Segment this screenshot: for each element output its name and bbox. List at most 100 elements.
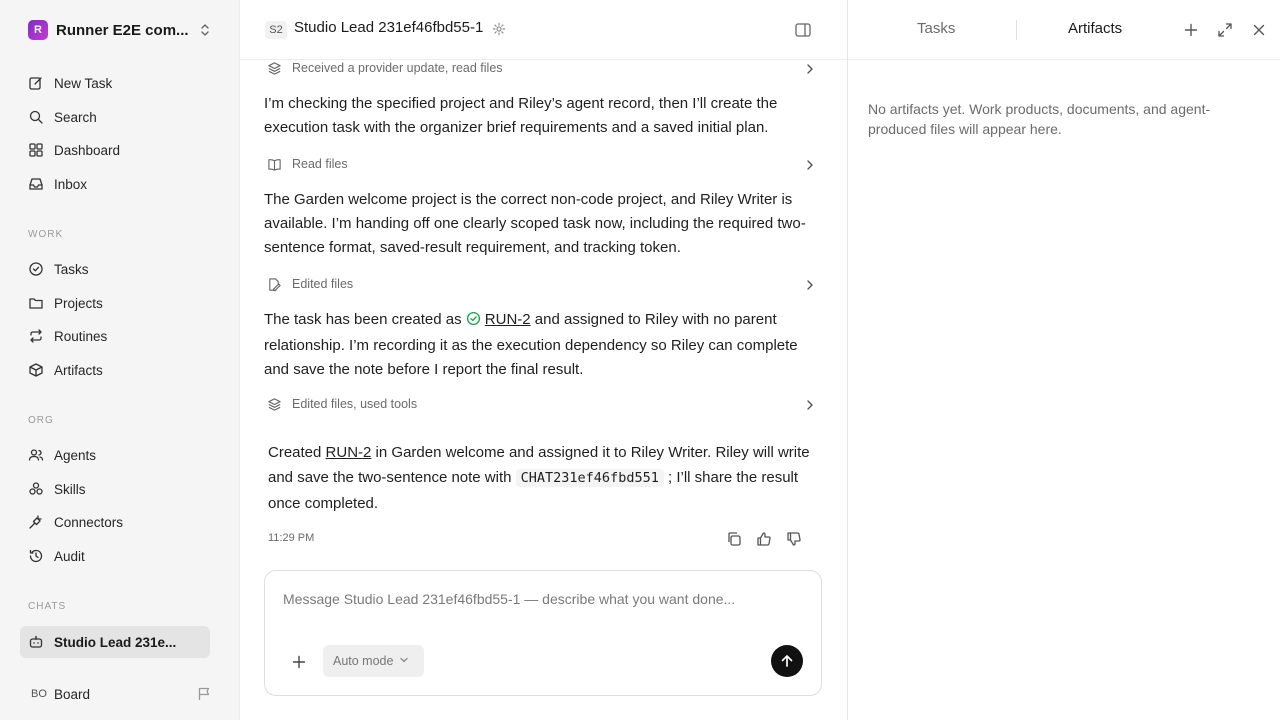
flag-icon[interactable]: [196, 686, 212, 707]
inbox-icon: [27, 175, 45, 193]
workspace-name: Runner E2E com...: [56, 21, 189, 39]
arrow-up-icon: [780, 654, 794, 668]
tab-artifacts[interactable]: Artifacts: [1068, 20, 1122, 37]
nav-inbox[interactable]: Inbox: [20, 169, 210, 199]
nav-label: New Task: [54, 75, 113, 91]
mode-label: Auto mode: [333, 654, 394, 668]
nav-label: Skills: [54, 481, 86, 497]
nav-label: Routines: [54, 328, 108, 344]
search-icon: [27, 108, 45, 126]
nav-artifacts[interactable]: Artifacts: [20, 355, 210, 385]
history-icon: [27, 547, 45, 565]
message-input[interactable]: [283, 591, 803, 615]
nav-agents[interactable]: Agents: [20, 440, 210, 470]
chat-header: S2 Studio Lead 231ef46fbd55-1: [240, 0, 847, 60]
workspace-switcher[interactable]: R Runner E2E com...: [20, 14, 220, 46]
nav-new-task[interactable]: New Task: [20, 68, 210, 98]
artifacts-panel: Tasks Artifacts No artifacts yet. Work p…: [847, 0, 1280, 720]
close-icon[interactable]: [1250, 21, 1268, 39]
board-user[interactable]: BO Board: [20, 680, 220, 708]
tab-divider: [1016, 20, 1017, 40]
chevron-right-icon: [804, 398, 816, 416]
empty-state-text: No artifacts yet. Work products, documen…: [868, 101, 1211, 137]
section-label-chats: CHATS: [28, 601, 67, 612]
assistant-message: The Garden welcome project is the correc…: [264, 191, 806, 256]
tool-activity-row[interactable]: Read files: [264, 154, 816, 174]
nav-label: Audit: [54, 548, 85, 564]
layers-icon: [266, 396, 282, 412]
plus-icon[interactable]: [1182, 21, 1200, 39]
chevron-right-icon: [804, 62, 816, 80]
skills-icon: [27, 480, 45, 498]
plus-icon[interactable]: [289, 652, 309, 672]
nav-label: Search: [54, 109, 97, 125]
nav-label: Dashboard: [54, 142, 121, 158]
nav-dashboard[interactable]: Dashboard: [20, 135, 210, 165]
avatar: BO: [31, 688, 47, 700]
send-button[interactable]: [771, 645, 803, 677]
chevron-right-icon: [804, 278, 816, 296]
sidebar: R Runner E2E com... New Task Search Dash…: [0, 0, 240, 720]
board-label: Board: [54, 686, 91, 702]
panel-toggle-icon[interactable]: [794, 21, 812, 44]
tab-tasks[interactable]: Tasks: [917, 20, 955, 37]
nav-connectors[interactable]: Connectors: [20, 507, 210, 537]
workspace-logo: R: [28, 20, 48, 40]
nav-label: Connectors: [54, 514, 124, 530]
check-circle-icon: [466, 310, 481, 334]
nav-projects[interactable]: Projects: [20, 288, 210, 318]
message-text: The task has been created as: [264, 311, 466, 328]
repeat-icon: [27, 327, 45, 345]
tool-activity-label: Edited files: [292, 277, 354, 291]
folder-icon: [27, 294, 45, 312]
tool-activity-label: Read files: [292, 157, 348, 171]
nav-skills[interactable]: Skills: [20, 474, 210, 504]
nav-label: Artifacts: [54, 362, 103, 378]
agent-name: Studio Lead 231ef46fbd55-1: [294, 19, 484, 36]
agent-badge: S2: [265, 21, 287, 39]
book-icon: [266, 156, 282, 172]
assistant-message: The task has been created as RUN-2 and a…: [264, 308, 816, 382]
mode-select[interactable]: Auto mode: [323, 645, 424, 677]
box-icon: [27, 361, 45, 379]
nav-label: Agents: [54, 447, 97, 463]
tool-activity-label: Edited files, used tools: [292, 397, 418, 411]
chat-item-label: Studio Lead 231e...: [54, 634, 177, 650]
tool-activity-row[interactable]: Received a provider update, read files: [264, 58, 816, 78]
tool-activity-label: Received a provider update, read files: [292, 61, 503, 75]
plug-icon: [27, 513, 45, 531]
task-link-run-2[interactable]: RUN-2: [326, 444, 372, 461]
task-link-run-2[interactable]: RUN-2: [485, 311, 531, 328]
layers-icon: [266, 60, 282, 76]
nav-label: Projects: [54, 295, 103, 311]
nav-label: Inbox: [54, 176, 88, 192]
thumbs-down-icon[interactable]: [785, 530, 803, 548]
file-edit-icon: [266, 276, 282, 292]
tool-activity-row[interactable]: Edited files: [264, 274, 816, 294]
chat-main: S2 Studio Lead 231ef46fbd55-1 Received a…: [240, 0, 847, 720]
chevron-up-down-icon: [201, 24, 209, 36]
gear-icon[interactable]: [492, 22, 506, 41]
message-text: Created: [268, 444, 326, 461]
panel-header: Tasks Artifacts: [848, 0, 1280, 60]
check-circle-icon: [27, 260, 45, 278]
section-label-org: ORG: [28, 415, 54, 426]
message-composer: Auto mode: [264, 570, 822, 696]
chevron-down-icon: [399, 652, 409, 670]
assistant-message: I’m checking the specified project and R…: [264, 95, 778, 136]
thumbs-up-icon[interactable]: [755, 530, 773, 548]
nav-tasks[interactable]: Tasks: [20, 254, 210, 284]
nav-search[interactable]: Search: [20, 102, 210, 132]
tool-activity-row[interactable]: Edited files, used tools: [264, 394, 816, 414]
nav-label: Tasks: [54, 261, 89, 277]
final-message: Created RUN-2 in Garden welcome and assi…: [268, 440, 816, 516]
expand-icon[interactable]: [1216, 21, 1234, 39]
users-icon: [27, 446, 45, 464]
chat-item-studio-lead[interactable]: Studio Lead 231e...: [20, 626, 210, 658]
dashboard-icon: [27, 141, 45, 159]
edit-icon: [27, 74, 45, 92]
nav-audit[interactable]: Audit: [20, 541, 210, 571]
nav-routines[interactable]: Routines: [20, 321, 210, 351]
copy-icon[interactable]: [725, 530, 743, 548]
tracking-token-code: CHAT231ef46fbd551: [515, 469, 664, 487]
